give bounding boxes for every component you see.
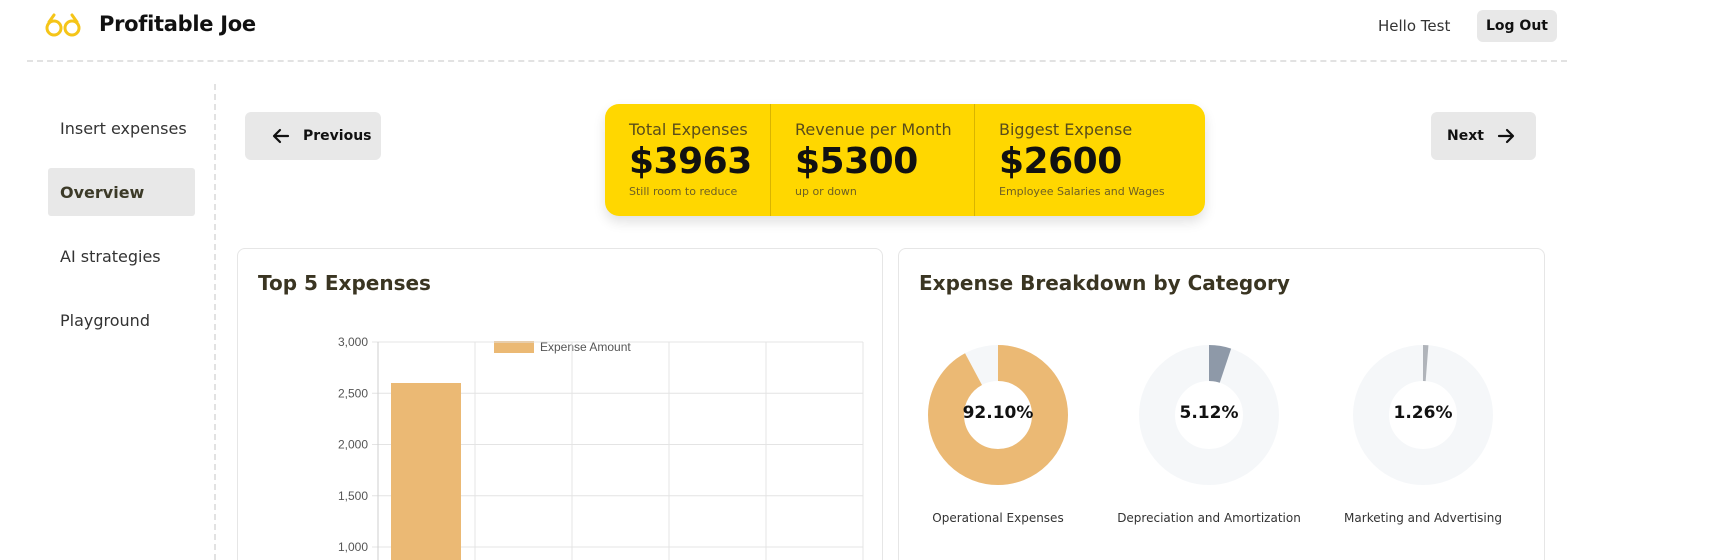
y-tick-label: 2,000 xyxy=(338,438,368,452)
stat-desc: Employee Salaries and Wages xyxy=(999,185,1165,198)
donut-percent-label: 92.10% xyxy=(962,403,1034,423)
previous-button[interactable]: Previous xyxy=(245,112,381,160)
top-expenses-card: Top 5 Expenses Expense Amount 3,000 2,500 2… xyxy=(237,248,883,560)
top-header: Profitable Joe Hello Test Log Out xyxy=(27,0,1567,62)
donut-caption: Operational Expenses xyxy=(932,511,1064,525)
expense-breakdown-card: Expense Breakdown by Category 92.10% Oper… xyxy=(898,248,1545,560)
donut-percent-label: 5.12% xyxy=(1179,403,1239,423)
logout-button[interactable]: Log Out xyxy=(1477,10,1557,42)
stat-biggest-expense: Biggest Expense $2600 Employee Salaries … xyxy=(975,104,1205,216)
top-expenses-bar-chart: Expense Amount3,0002,5002,0001,5001,000 xyxy=(338,335,864,560)
donut-caption: Depreciation and Amortization xyxy=(1117,511,1301,525)
y-tick-label: 2,500 xyxy=(338,386,368,400)
brand-name[interactable]: Profitable Joe xyxy=(99,12,256,36)
bar-expense-amount[interactable] xyxy=(391,383,461,560)
stat-total-expenses: Total Expenses $3963 Still room to reduc… xyxy=(605,104,771,216)
next-button[interactable]: Next xyxy=(1431,112,1536,160)
donut-caption: Marketing and Advertising xyxy=(1344,511,1502,525)
stat-value: $3963 xyxy=(629,141,752,182)
stat-title: Biggest Expense xyxy=(999,120,1133,139)
y-tick-label: 1,500 xyxy=(338,489,368,503)
glasses-icon xyxy=(45,13,81,37)
stat-value: $5300 xyxy=(795,141,918,182)
sidebar-item-overview[interactable]: Overview xyxy=(48,168,195,216)
sidebar-item-playground[interactable]: Playground xyxy=(48,296,195,344)
stat-value: $2600 xyxy=(999,141,1122,182)
stat-revenue: Revenue per Month $5300 up or down xyxy=(771,104,975,216)
arrow-right-icon xyxy=(1497,128,1515,144)
card-title: Expense Breakdown by Category xyxy=(919,271,1290,295)
stat-desc: up or down xyxy=(795,185,857,198)
stat-title: Total Expenses xyxy=(629,120,748,139)
previous-label: Previous xyxy=(303,128,372,144)
sidebar-item-ai-strategies[interactable]: AI strategies xyxy=(48,232,195,280)
next-label: Next xyxy=(1447,128,1484,144)
stat-desc: Still room to reduce xyxy=(629,185,738,198)
sidebar: Insert expenses Overview AI strategies P… xyxy=(48,84,216,560)
stats-panel: Total Expenses $3963 Still room to reduc… xyxy=(605,104,1205,216)
y-tick-label: 1,000 xyxy=(338,540,368,554)
arrow-left-icon xyxy=(272,128,290,144)
y-tick-label: 3,000 xyxy=(338,335,368,349)
sidebar-item-insert-expenses[interactable]: Insert expenses xyxy=(48,104,195,152)
legend-swatch xyxy=(494,341,534,353)
donut-percent-label: 1.26% xyxy=(1393,403,1453,423)
card-title: Top 5 Expenses xyxy=(258,271,431,295)
stat-title: Revenue per Month xyxy=(795,120,952,139)
user-greeting: Hello Test xyxy=(1378,17,1451,35)
